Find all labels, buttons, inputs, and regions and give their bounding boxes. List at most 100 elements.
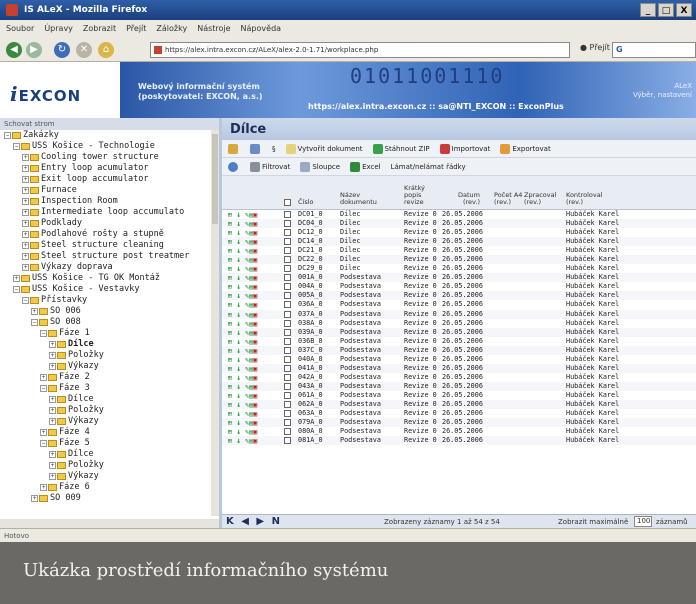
scroll-thumb[interactable] [212, 134, 218, 224]
table-row[interactable]: ⊞ ↓ ✎▤▣ 079A_0 Podsestava Revize 0 26.05.200… [222, 418, 696, 428]
expand-icon[interactable]: + [22, 198, 29, 205]
expand-icon[interactable]: + [22, 231, 29, 238]
delete-icon[interactable]: ▣ [253, 311, 257, 319]
expand-icon[interactable]: ⊞ [228, 410, 236, 418]
edit-icon[interactable]: ✎▤ [241, 428, 253, 436]
edit-icon[interactable]: ✎▤ [241, 356, 253, 364]
collapse-icon[interactable]: − [40, 440, 47, 447]
expand-icon[interactable]: ⊞ [228, 320, 236, 328]
edit-icon[interactable]: ✎▤ [241, 311, 253, 319]
tree-item[interactable]: + Cooling tower structure [2, 152, 219, 163]
tree-item[interactable]: + Výkazy doprava [2, 262, 219, 273]
delete-icon[interactable]: ▣ [253, 428, 257, 436]
expand-icon[interactable]: ⊞ [228, 347, 236, 355]
expand-icon[interactable]: ⊞ [228, 338, 236, 346]
paragraph-button[interactable]: § [272, 145, 276, 153]
expand-icon[interactable]: ⊞ [228, 229, 236, 237]
col-pocet[interactable]: Počet A4 (rev.) [494, 192, 524, 206]
edit-icon[interactable]: ✎▤ [241, 419, 253, 427]
row-checkbox[interactable] [284, 364, 291, 372]
table-row[interactable]: ⊞ ↓ ✎▤▣ DC14_0 Dílec Revize 0 26.05.2006 Hubá… [222, 237, 696, 247]
row-checkbox[interactable] [284, 229, 291, 237]
expand-icon[interactable]: + [49, 341, 56, 348]
row-checkbox[interactable] [284, 437, 291, 445]
collapse-icon[interactable]: − [4, 132, 11, 139]
close-button[interactable]: X [676, 3, 692, 17]
menu-prejit[interactable]: Přejít [126, 24, 146, 34]
collapse-icon[interactable]: − [40, 330, 47, 337]
create-document-button[interactable]: Vytvořit dokument [285, 143, 363, 154]
tree-item[interactable]: + Položky [2, 350, 219, 361]
row-checkbox[interactable] [284, 373, 291, 381]
select-all-checkbox[interactable] [284, 199, 291, 206]
table-row[interactable]: ⊞ ↓ ✎▤▣ 042A_0 Podsestava Revize 0 26.05.200… [222, 373, 696, 382]
menu-soubor[interactable]: Soubor [6, 24, 34, 34]
delete-icon[interactable]: ▣ [253, 274, 257, 282]
tree-item[interactable]: + Podklady [2, 218, 219, 229]
edit-icon[interactable]: ✎▤ [241, 301, 253, 309]
reload-icon[interactable]: ↻ [54, 42, 70, 58]
url-field[interactable]: https://alex.intra.excon.cz/ALeX/alex-2.… [150, 42, 570, 58]
table-row[interactable]: ⊞ ↓ ✎▤▣ DC04_0 Dílec Revize 0 26.05.2006 Hubá… [222, 219, 696, 229]
hide-tree-link[interactable]: Schovat strom [0, 118, 219, 130]
table-row[interactable]: ⊞ ↓ ✎▤▣ 040A_0 Podsestava Revize 0 26.05.200… [222, 355, 696, 364]
delete-icon[interactable]: ▣ [253, 292, 257, 300]
delete-icon[interactable]: ▣ [253, 247, 257, 255]
row-checkbox[interactable] [284, 301, 291, 309]
table-row[interactable]: ⊞ ↓ ✎▤▣ 062A_0 Podsestava Revize 0 26.05.200… [222, 399, 696, 410]
tree-item[interactable]: + SO 009 [2, 493, 219, 504]
table-row[interactable]: ⊞ ↓ ✎▤▣ 036B_0 Podsestava Revize 0 26.05.200… [222, 337, 696, 346]
tree-item[interactable]: − USS Košice - Technologie [2, 141, 219, 152]
expand-icon[interactable]: ⊞ [228, 374, 236, 382]
expand-icon[interactable]: ⊞ [228, 247, 236, 255]
edit-icon[interactable]: ✎▤ [241, 392, 253, 400]
table-row[interactable]: ⊞ ↓ ✎▤▣ 063A_0 Podsestava Revize 0 26.05.200… [222, 409, 696, 418]
expand-icon[interactable]: + [22, 165, 29, 172]
delete-icon[interactable]: ▣ [253, 283, 257, 291]
tree-item[interactable]: + SO 006 [2, 306, 219, 317]
edit-icon[interactable]: ✎▤ [241, 365, 253, 373]
search-input[interactable]: G [612, 42, 696, 58]
table-row[interactable]: ⊞ ↓ ✎▤▣ 005A_0 Podsestava Revize 0 26.05.200… [222, 291, 696, 301]
row-checkbox[interactable] [284, 283, 291, 291]
tree-item[interactable]: + Výkazy [2, 471, 219, 482]
expand-icon[interactable]: ⊞ [228, 220, 236, 228]
menu-napoveda[interactable]: Nápověda [241, 24, 282, 34]
delete-icon[interactable]: ▣ [253, 301, 257, 309]
table-row[interactable]: ⊞ ↓ ✎▤▣ 039A_0 Podsestava Revize 0 26.05.200… [222, 327, 696, 337]
collapse-icon[interactable]: − [22, 297, 29, 304]
edit-icon[interactable]: ✎▤ [241, 211, 253, 219]
expand-icon[interactable]: ⊞ [228, 265, 236, 273]
edit-icon[interactable]: ✎▤ [241, 283, 253, 291]
delete-icon[interactable]: ▣ [253, 338, 257, 346]
delete-icon[interactable]: ▣ [253, 401, 257, 409]
row-checkbox[interactable] [284, 220, 291, 228]
collapse-icon[interactable]: − [13, 286, 20, 293]
header-side-2[interactable]: Výběr, nastavení [633, 91, 692, 100]
edit-icon[interactable]: ✎▤ [241, 401, 253, 409]
expand-icon[interactable]: ⊞ [228, 437, 236, 445]
tree-item[interactable]: + Podlahové rošty a stupně [2, 229, 219, 240]
expand-icon[interactable]: + [40, 429, 47, 436]
edit-icon[interactable]: ✎▤ [241, 437, 253, 445]
edit-icon[interactable]: ✎▤ [241, 383, 253, 391]
tree-item[interactable]: + Fáze 2 [2, 372, 219, 383]
expand-icon[interactable]: + [40, 374, 47, 381]
row-checkbox[interactable] [284, 391, 291, 399]
row-checkbox[interactable] [284, 328, 291, 336]
back-icon[interactable]: ◀ [6, 42, 22, 58]
edit-icon[interactable]: ✎▤ [241, 338, 253, 346]
row-checkbox[interactable] [284, 355, 291, 363]
tree-item[interactable]: + Furnace [2, 185, 219, 196]
expand-icon[interactable]: ⊞ [228, 274, 236, 282]
row-checkbox[interactable] [284, 337, 291, 345]
tree-item[interactable]: + Inspection Room [2, 196, 219, 207]
folder-icon[interactable] [228, 143, 240, 154]
expand-icon[interactable]: + [22, 264, 29, 271]
delete-icon[interactable]: ▣ [253, 374, 257, 382]
table-row[interactable]: ⊞ ↓ ✎▤▣ 061A_0 Podsestava Revize 0 26.05.200… [222, 391, 696, 400]
save-icon[interactable] [250, 143, 262, 154]
tree-item[interactable]: + Dílce [2, 449, 219, 460]
edit-icon[interactable]: ✎▤ [241, 374, 253, 382]
expand-icon[interactable]: ⊞ [228, 392, 236, 400]
